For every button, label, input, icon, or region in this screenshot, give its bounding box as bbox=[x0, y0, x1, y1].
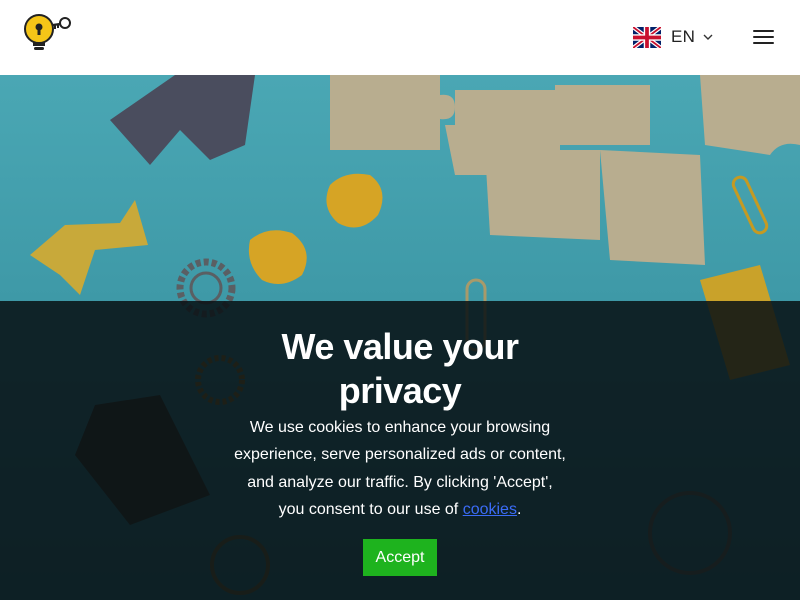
accept-button[interactable]: Accept bbox=[363, 539, 437, 576]
cookie-text-line-2: experience, serve personalized ads or co… bbox=[234, 446, 566, 464]
language-code: EN bbox=[671, 27, 696, 46]
cookie-description: We use cookies to enhance your browsing … bbox=[210, 414, 590, 523]
lightbulb-key-icon[interactable] bbox=[23, 11, 73, 55]
cookie-text-line-3: and analyze our traffic. By clicking 'Ac… bbox=[247, 473, 553, 491]
cookie-text-prefix: you consent to our use of bbox=[278, 500, 463, 518]
cookie-text-suffix: . bbox=[516, 500, 522, 518]
chevron-down-icon bbox=[703, 34, 713, 40]
uk-flag-icon bbox=[633, 26, 661, 48]
cookies-link[interactable]: cookies bbox=[463, 501, 517, 518]
cookie-title: We value your privacy bbox=[200, 325, 600, 413]
hamburger-menu-icon[interactable] bbox=[753, 28, 775, 46]
language-selector[interactable]: EN bbox=[633, 24, 713, 50]
site-header: EN bbox=[0, 0, 800, 75]
cookie-text-line-4: you consent to our use of cookies. bbox=[210, 496, 590, 523]
cookie-consent-banner: We value your privacy We use cookies to … bbox=[0, 301, 800, 600]
cookie-title-line-2: privacy bbox=[338, 370, 462, 411]
cookie-title-line-1: We value your bbox=[281, 326, 519, 367]
cookie-text-line-1: We use cookies to enhance your browsing bbox=[249, 419, 551, 436]
